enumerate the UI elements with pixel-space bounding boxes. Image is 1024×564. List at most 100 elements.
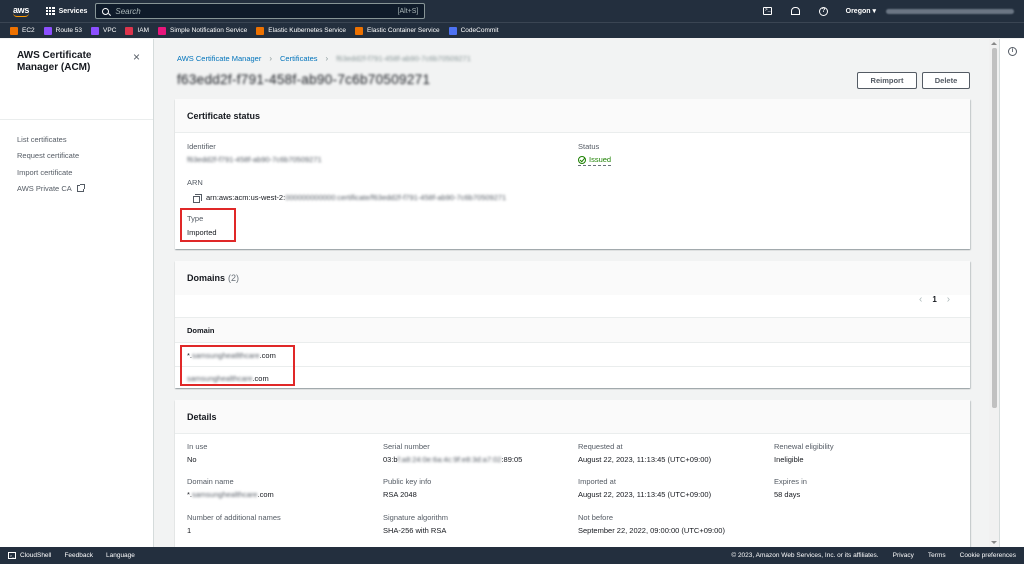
sidebar-item-list-certificates[interactable]: List certificates — [17, 131, 84, 148]
in-use-value: No — [187, 455, 197, 464]
details-heading: Details — [175, 400, 970, 434]
renewal-eligibility-value: Ineligible — [774, 455, 804, 464]
sidebar-item-import-certificate[interactable]: Import certificate — [17, 164, 84, 181]
favorite-codecommit[interactable]: CodeCommit — [448, 26, 499, 35]
external-link-icon — [76, 184, 85, 193]
ecs-icon — [354, 26, 363, 35]
breadcrumb-certificates[interactable]: Certificates — [280, 54, 318, 63]
cloudshell-button[interactable]: >_ — [757, 0, 779, 22]
signature-algorithm-label: Signature algorithm — [383, 513, 449, 522]
pagination: ‹ 1 › — [919, 294, 950, 305]
chevron-right-icon[interactable]: › — [947, 294, 950, 305]
identifier-label: Identifier — [187, 142, 216, 151]
info-icon[interactable]: i — [1008, 47, 1017, 56]
scroll-down-icon[interactable] — [991, 541, 997, 544]
search-box[interactable]: [Alt+S] — [95, 3, 426, 19]
favorite-sns[interactable]: Simple Notification Service — [157, 26, 247, 35]
breadcrumb-separator-icon: › — [325, 54, 329, 63]
certificate-status-card: Certificate status Identifier f63edd2f-f… — [175, 99, 970, 249]
vpc-icon — [91, 26, 100, 35]
page-title: f63edd2f-f791-458f-ab90-7c6b70509271 — [177, 72, 431, 87]
aws-logo[interactable]: aws — [6, 0, 36, 22]
footer-language-link[interactable]: Language — [106, 552, 135, 559]
services-label: Services — [58, 7, 88, 15]
scroll-up-icon[interactable] — [991, 42, 997, 45]
nav-right-group: >_ ? Oregon ▾ — [754, 0, 1024, 22]
main-scrollbar[interactable] — [989, 39, 999, 547]
help-icon: ? — [819, 6, 829, 16]
domains-card: Domains (2) ‹ 1 › Domain *. samsungheatlth… — [175, 261, 970, 388]
delete-button[interactable]: Delete — [922, 72, 970, 89]
serial-number-label: Serial number — [383, 442, 430, 451]
domains-heading: Domains (2) — [175, 261, 970, 295]
sidebar-item-aws-private-ca[interactable]: AWS Private CA — [17, 181, 85, 198]
services-grid-icon — [46, 6, 55, 16]
certificate-status-heading: Certificate status — [175, 99, 970, 133]
footer-copyright: © 2023, Amazon Web Services, Inc. or its… — [731, 552, 879, 559]
iam-icon — [125, 26, 134, 35]
footer-terms-link[interactable]: Terms — [928, 552, 946, 559]
arn-value: arn:aws:acm:us-west-2:000000000000:certi… — [206, 193, 507, 202]
footer-cloudshell-link[interactable]: CloudShell — [20, 552, 51, 559]
not-before-label: Not before — [578, 513, 614, 522]
sidebar-divider — [0, 119, 153, 120]
favorite-ecs[interactable]: Elastic Container Service — [354, 26, 440, 35]
breadcrumb-current: f63edd2f-f791-458f-ab90-7c6b70509271 — [336, 54, 471, 63]
status-label: Status — [578, 142, 600, 151]
expires-in-label: Expires in — [774, 477, 807, 486]
footer-privacy-link[interactable]: Privacy — [893, 552, 914, 559]
identifier-value: f63edd2f-f791-458f-ab90-7c6b70509271 — [187, 155, 322, 164]
breadcrumb-separator-icon: › — [269, 54, 273, 63]
eks-icon — [256, 26, 265, 35]
search-icon — [102, 7, 110, 15]
not-before-value: September 22, 2022, 09:00:00 (UTC+09:00) — [578, 526, 725, 535]
main-content: AWS Certificate Manager › Certificates ›… — [155, 39, 989, 547]
requested-at-label: Requested at — [578, 442, 623, 451]
side-navigation: AWS Certificate Manager (ACM) × List cer… — [0, 39, 154, 547]
sidebar-item-request-certificate[interactable]: Request certificate — [17, 148, 84, 165]
notifications-button[interactable] — [785, 0, 807, 22]
renewal-eligibility-label: Renewal eligibility — [774, 442, 834, 451]
arn-label: ARN — [187, 178, 203, 187]
reimport-button[interactable]: Reimport — [857, 72, 917, 89]
public-key-info-value: RSA 2048 — [383, 490, 417, 499]
copy-icon[interactable] — [193, 194, 202, 203]
breadcrumb: AWS Certificate Manager › Certificates ›… — [177, 54, 471, 63]
console-footer: >_ CloudShell Feedback Language © 2023, … — [0, 547, 1024, 564]
chevron-left-icon[interactable]: ‹ — [919, 294, 922, 305]
in-use-label: In use — [187, 442, 208, 451]
aws-smile-icon — [13, 13, 29, 17]
page-number[interactable]: 1 — [932, 295, 936, 304]
route53-icon — [43, 26, 52, 35]
tools-rail: i — [999, 39, 1024, 547]
account-menu[interactable] — [886, 8, 1014, 14]
region-selector[interactable]: Oregon ▾ — [846, 7, 876, 15]
serial-number-value: 03:bf:a8:24:0e:6a:4c:9f:e8:3d:a7:02:89:0… — [383, 455, 523, 464]
public-key-info-label: Public key info — [383, 477, 432, 486]
favorite-iam[interactable]: IAM — [125, 26, 149, 35]
additional-names-value: 1 — [187, 526, 192, 535]
help-button[interactable]: ? — [813, 0, 835, 22]
domain-name-label: Domain name — [187, 477, 234, 486]
search-input[interactable] — [115, 6, 398, 16]
highlight-box — [180, 345, 295, 386]
favorites-bar: EC2 Route 53 VPC IAM Simple Notification… — [0, 22, 1024, 38]
signature-algorithm-value: SHA-256 with RSA — [383, 526, 447, 535]
favorite-eks[interactable]: Elastic Kubernetes Service — [256, 26, 346, 35]
sns-icon — [157, 26, 166, 35]
status-badge[interactable]: Issued — [578, 155, 612, 166]
highlight-box — [180, 208, 236, 242]
favorite-ec2[interactable]: EC2 — [10, 26, 35, 35]
favorite-vpc[interactable]: VPC — [91, 26, 116, 35]
sidebar-title: AWS Certificate Manager (ACM) — [17, 50, 92, 73]
top-navigation: aws Services [Alt+S] >_ ? Oregon ▾ — [0, 0, 1024, 22]
breadcrumb-acm[interactable]: AWS Certificate Manager — [177, 54, 261, 63]
footer-cookie-preferences-link[interactable]: Cookie preferences — [960, 552, 1016, 559]
footer-left: >_ CloudShell Feedback Language — [0, 552, 148, 559]
scroll-thumb[interactable] — [992, 48, 997, 408]
imported-at-value: August 22, 2023, 11:13:45 (UTC+09:00) — [578, 490, 712, 499]
footer-feedback-link[interactable]: Feedback — [64, 552, 93, 559]
favorite-route53[interactable]: Route 53 — [43, 26, 82, 35]
close-sidebar-icon[interactable]: × — [133, 51, 140, 63]
services-menu-button[interactable]: Services — [46, 6, 88, 16]
